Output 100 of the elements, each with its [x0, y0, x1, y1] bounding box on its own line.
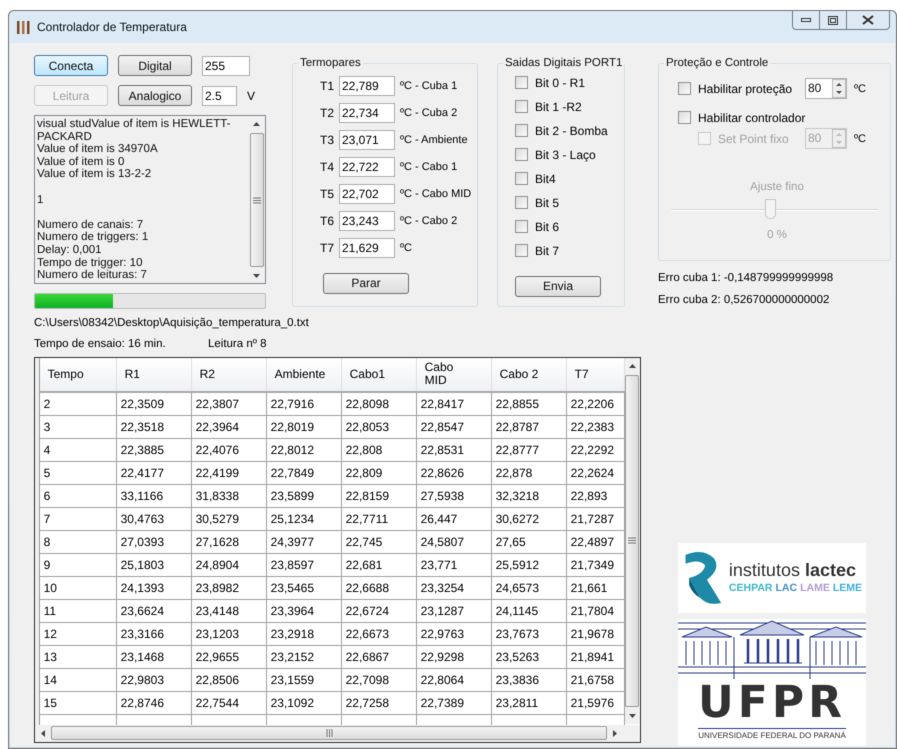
table-cell: 24,5807 [416, 530, 492, 552]
horizontal-scrollbar[interactable] [35, 724, 640, 742]
table-cell: 22,8746 [116, 692, 192, 714]
logo-subtext: LAC [775, 580, 798, 596]
connect-button[interactable]: Conecta [34, 55, 108, 76]
table-cell: 23,8982 [192, 576, 267, 598]
checkbox[interactable] [515, 76, 528, 90]
logo-text: UFPR [698, 680, 846, 724]
checkbox-label: Bit 1 -R2 [535, 98, 582, 116]
number-spinner[interactable]: 80 [805, 78, 847, 100]
column-header[interactable]: Tempo [40, 358, 117, 390]
table-cell: 23,8597 [266, 554, 342, 576]
table-cell: 23,3254 [416, 576, 492, 598]
column-header[interactable]: Ambiente [266, 358, 342, 390]
grip-icon[interactable] [628, 537, 636, 544]
table-cell: 22,3885 [116, 438, 192, 460]
input-field[interactable]: 22,734 [339, 103, 395, 124]
log-line: Delay: 0,001 [37, 244, 103, 257]
column-header[interactable]: R1 [116, 358, 192, 390]
unit-label: ºC [854, 82, 866, 96]
minimize-button[interactable] [792, 10, 820, 30]
table-cell: 14 [40, 668, 117, 690]
vertical-scrollbar[interactable] [624, 358, 640, 724]
grip-icon[interactable] [326, 729, 332, 737]
table-cell: 23,5263 [492, 646, 567, 668]
unit-label: ºC - Cabo MID [400, 187, 472, 202]
checkbox[interactable] [515, 220, 528, 234]
table-cell: 12 [40, 622, 117, 644]
slider-reading: 0 % [767, 228, 787, 242]
checkbox-label: Bit 7 [535, 242, 560, 260]
checkbox[interactable] [515, 100, 528, 114]
table-cell: 9 [40, 554, 117, 576]
column-header[interactable]: Cabo MID [416, 358, 492, 390]
checkbox[interactable] [515, 196, 528, 210]
checkbox[interactable] [515, 244, 528, 258]
input-field[interactable]: 255 [202, 56, 250, 76]
table-cell: 23,1203 [192, 622, 267, 644]
log-text-area[interactable] [34, 115, 266, 284]
table-cell: 4 [40, 438, 117, 460]
table-cell: 5 [40, 462, 117, 484]
table-cell: 22,3964 [192, 416, 267, 438]
grip-icon[interactable] [252, 196, 260, 204]
input-field[interactable]: 23,071 [339, 130, 395, 150]
table-cell: 22,7258 [342, 692, 417, 714]
logo-text: lactec [804, 560, 856, 580]
mode-button[interactable]: Digital [118, 55, 192, 76]
table-cell: 27,65 [492, 530, 567, 552]
checkbox[interactable] [678, 111, 691, 124]
checkbox-label: Bit 5 [535, 194, 560, 212]
table-cell: 22,8855 [492, 392, 567, 414]
table-cell: 22,745 [342, 530, 417, 552]
table-cell: 22,3509 [116, 392, 192, 414]
table-cell: 22,9298 [416, 646, 492, 668]
send-button[interactable]: Envia [515, 276, 601, 297]
up-down-arrows-icon[interactable] [832, 79, 846, 98]
group-title: Saidas Digitais PORT1 [504, 56, 624, 71]
sensor-label: T4 [320, 159, 336, 176]
table-cell: 22,3518 [116, 416, 192, 438]
table-cell: 23,771 [416, 554, 492, 576]
log-line: Value of item is 34970A [37, 143, 159, 156]
table-cell: 22,9803 [116, 668, 192, 690]
input-field[interactable]: 23,243 [339, 211, 395, 232]
table-cell: 22,681 [342, 554, 417, 576]
log-line: Numero de leituras: 7 [37, 269, 148, 282]
table-cell: 23,1468 [116, 646, 192, 668]
input-field[interactable]: 2.5 [202, 86, 237, 106]
table-cell: 23,7673 [492, 622, 567, 644]
logo-subtext: LEME [832, 580, 862, 596]
table-cell: 22,6724 [342, 600, 417, 622]
table-cell: 23,1287 [416, 600, 492, 622]
input-field[interactable]: 22,702 [339, 184, 395, 204]
table-cell: 3 [40, 416, 117, 438]
sensor-label: T2 [320, 105, 336, 122]
maximize-button[interactable] [820, 10, 846, 30]
input-field[interactable]: 22,789 [339, 76, 395, 96]
checkbox[interactable] [515, 124, 528, 138]
logo-subtext: LAME [800, 580, 830, 596]
table-cell: 22,8777 [492, 438, 567, 460]
slider-label: Ajuste fino [750, 180, 804, 196]
table-cell: 23,4148 [192, 600, 267, 622]
input-field[interactable]: 22,722 [339, 157, 395, 178]
column-header[interactable]: Cabo 2 [492, 358, 567, 390]
table-cell: 13 [40, 646, 117, 668]
table-cell: 22,808 [342, 438, 417, 460]
table-cell: 27,1628 [192, 530, 267, 552]
checkbox[interactable] [515, 148, 528, 162]
table-cell: 22,3807 [192, 392, 267, 414]
mode-button[interactable]: Analogico [118, 85, 192, 106]
table-cell: 22,9763 [416, 622, 492, 644]
table-cell: 2 [40, 392, 117, 414]
checkbox-label: Bit 3 - Laço [535, 146, 596, 164]
checkbox[interactable] [678, 82, 691, 96]
table-cell: 22,8019 [266, 416, 342, 438]
stop-button[interactable]: Parar [323, 272, 409, 294]
checkbox[interactable] [515, 172, 528, 186]
input-field[interactable]: 21,629 [339, 238, 395, 258]
checkbox-label: Set Point fixo [718, 130, 790, 148]
close-button[interactable] [846, 10, 890, 30]
column-header[interactable]: R2 [192, 358, 267, 390]
column-header[interactable]: Cabo1 [342, 358, 417, 390]
